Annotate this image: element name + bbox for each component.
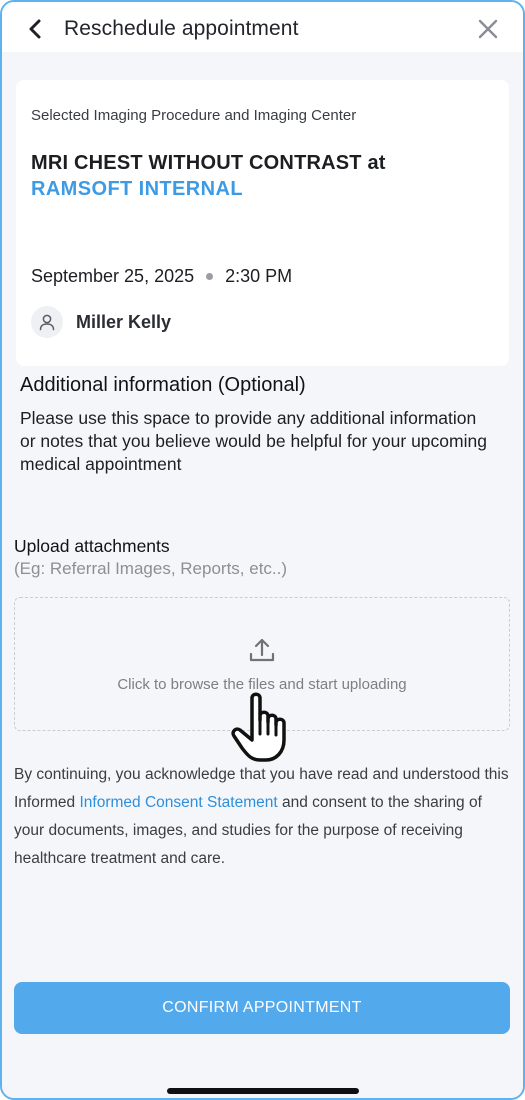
upload-title: Upload attachments [14, 536, 170, 556]
imaging-center-name: RAMSOFT INTERNAL [31, 178, 243, 200]
consent-statement-link[interactable]: Informed Consent Statement [79, 794, 277, 811]
upload-icon [249, 638, 275, 662]
phone-frame: Reschedule appointment Selected Imaging … [0, 0, 525, 1100]
chevron-left-icon[interactable] [24, 18, 46, 40]
appointment-time: 2:30 PM [225, 266, 293, 286]
appointment-datetime: September 25, 2025 2:30 PM [31, 266, 292, 287]
user-icon [39, 314, 55, 331]
content-area: Selected Imaging Procedure and Imaging C… [2, 52, 523, 1098]
app-header: Reschedule appointment [2, 2, 523, 52]
additional-info-title: Additional information (Optional) [20, 374, 306, 396]
additional-info-description: Please use this space to provide any add… [20, 408, 487, 474]
home-indicator [167, 1088, 359, 1094]
upload-hint: (Eg: Referral Images, Reports, etc..) [14, 559, 288, 578]
hand-pointer-icon [231, 692, 286, 762]
close-icon[interactable] [477, 18, 499, 40]
appointment-card: Selected Imaging Procedure and Imaging C… [16, 80, 509, 366]
consent-text: By continuing, you acknowledge that you … [14, 761, 514, 873]
page-title: Reschedule appointment [64, 17, 299, 40]
separator-dot [206, 273, 214, 280]
provider-name: Miller Kelly [76, 311, 172, 332]
provider-row: Miller Kelly [31, 306, 171, 338]
card-caption: Selected Imaging Procedure and Imaging C… [31, 107, 357, 124]
avatar [31, 306, 63, 338]
procedure-name: MRI CHEST WITHOUT CONTRAST at [31, 152, 386, 174]
appointment-date: September 25, 2025 [31, 266, 195, 286]
confirm-appointment-button[interactable]: CONFIRM APPOINTMENT [14, 982, 510, 1034]
